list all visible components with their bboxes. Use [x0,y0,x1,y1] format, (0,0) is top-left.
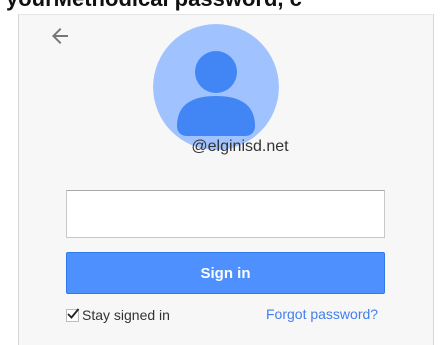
background-instruction-text: yourMethodical password, c [0,0,440,12]
stay-signed-in-label: Stay signed in [82,307,170,323]
checkbox-box[interactable] [66,307,80,322]
checkmark-icon [67,307,80,319]
signin-button-label: Sign in [200,264,251,282]
password-input[interactable] [66,190,385,238]
back-arrow-icon[interactable] [48,24,72,48]
account-email: @elginisd.net [191,138,289,155]
stay-signed-in-checkbox[interactable]: Stay signed in [66,305,170,325]
profile-avatar [153,24,279,150]
default-avatar-icon [153,24,279,150]
forgot-password-link[interactable]: Forgot password? [266,306,378,322]
signin-button[interactable]: Sign in [66,252,385,294]
